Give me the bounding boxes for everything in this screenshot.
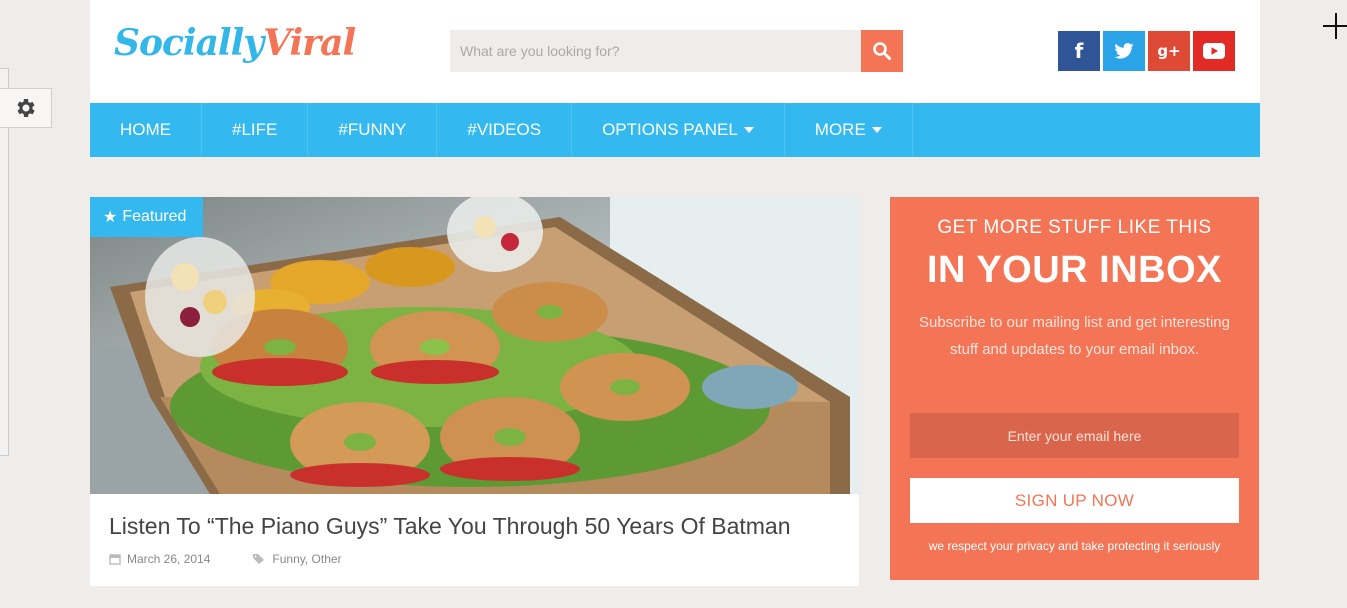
gear-icon <box>16 99 35 117</box>
nav-item-life[interactable]: #LIFE <box>202 103 309 157</box>
site-logo[interactable]: SociallyViral <box>114 22 356 64</box>
nav-item-videos[interactable]: #VIDEOS <box>437 103 573 157</box>
nav-item-label: #VIDEOS <box>467 120 542 139</box>
search-icon <box>873 42 891 60</box>
logo-part-2: Viral <box>263 22 356 64</box>
nav-item-label: #LIFE <box>232 120 278 139</box>
nav-item-funny[interactable]: #FUNNY <box>308 103 438 157</box>
email-field[interactable] <box>910 413 1239 458</box>
nav-item-more[interactable]: MORE <box>785 103 913 157</box>
cursor-crosshair <box>1323 13 1347 39</box>
featured-post-image[interactable]: ★ Featured <box>90 197 859 494</box>
post-categories: Funny, Other <box>252 552 342 566</box>
logo-part-1: Socially <box>114 22 264 64</box>
post-title[interactable]: Listen To “The Piano Guys” Take You Thro… <box>109 513 791 540</box>
google-plus-button[interactable]: g+ <box>1148 31 1190 71</box>
search-button[interactable] <box>861 30 903 72</box>
caret-down-icon <box>743 127 754 133</box>
featured-badge-label: Featured <box>122 208 187 225</box>
featured-post-card: ★ Featured Listen To “The Piano Guys” Ta… <box>90 197 859 586</box>
nav-item-label: #FUNNY <box>338 120 407 139</box>
search-form <box>450 30 903 72</box>
food-photo-illustration <box>90 197 859 494</box>
options-panel-toggle[interactable] <box>0 88 52 128</box>
nav-item-label: OPTIONS PANEL <box>602 120 738 139</box>
nav-item-options-panel[interactable]: OPTIONS PANEL <box>572 103 785 157</box>
sign-up-button[interactable]: SIGN UP NOW <box>910 478 1239 523</box>
social-links: f g+ <box>1058 31 1235 71</box>
facebook-button[interactable]: f <box>1058 31 1100 71</box>
subscribe-headline: IN YOUR INBOX <box>926 249 1223 291</box>
featured-badge[interactable]: ★ Featured <box>90 197 203 237</box>
caret-down-icon <box>871 127 882 133</box>
google-plus-icon: g+ <box>1157 42 1181 60</box>
site-header: SociallyViral f g+ <box>90 0 1260 103</box>
post-date-text: March 26, 2014 <box>127 552 211 566</box>
calendar-icon <box>109 554 121 565</box>
subscribe-kicker: GET MORE STUFF LIKE THIS <box>937 217 1212 238</box>
post-categories-text[interactable]: Funny, Other <box>272 552 341 566</box>
subscribe-widget: GET MORE STUFF LIKE THIS IN YOUR INBOX S… <box>890 197 1259 580</box>
privacy-note: we respect your privacy and take protect… <box>928 539 1221 553</box>
post-date: March 26, 2014 <box>109 552 210 566</box>
nav-item-label: HOME <box>120 120 171 139</box>
youtube-button[interactable] <box>1193 31 1235 71</box>
twitter-button[interactable] <box>1103 31 1145 71</box>
nav-item-label: MORE <box>814 120 866 139</box>
main-nav: HOME #LIFE #FUNNY #VIDEOS OPTIONS PANEL … <box>90 103 1260 157</box>
facebook-icon: f <box>1074 39 1084 63</box>
nav-item-home[interactable]: HOME <box>90 103 202 157</box>
twitter-icon <box>1114 43 1134 59</box>
subscribe-description: Subscribe to our mailing list and get in… <box>918 314 1230 358</box>
search-input[interactable] <box>450 30 861 72</box>
youtube-icon <box>1203 43 1225 59</box>
star-icon: ★ <box>103 209 118 226</box>
post-meta: March 26, 2014 Funny, Other <box>109 552 342 566</box>
tags-icon <box>253 554 265 564</box>
